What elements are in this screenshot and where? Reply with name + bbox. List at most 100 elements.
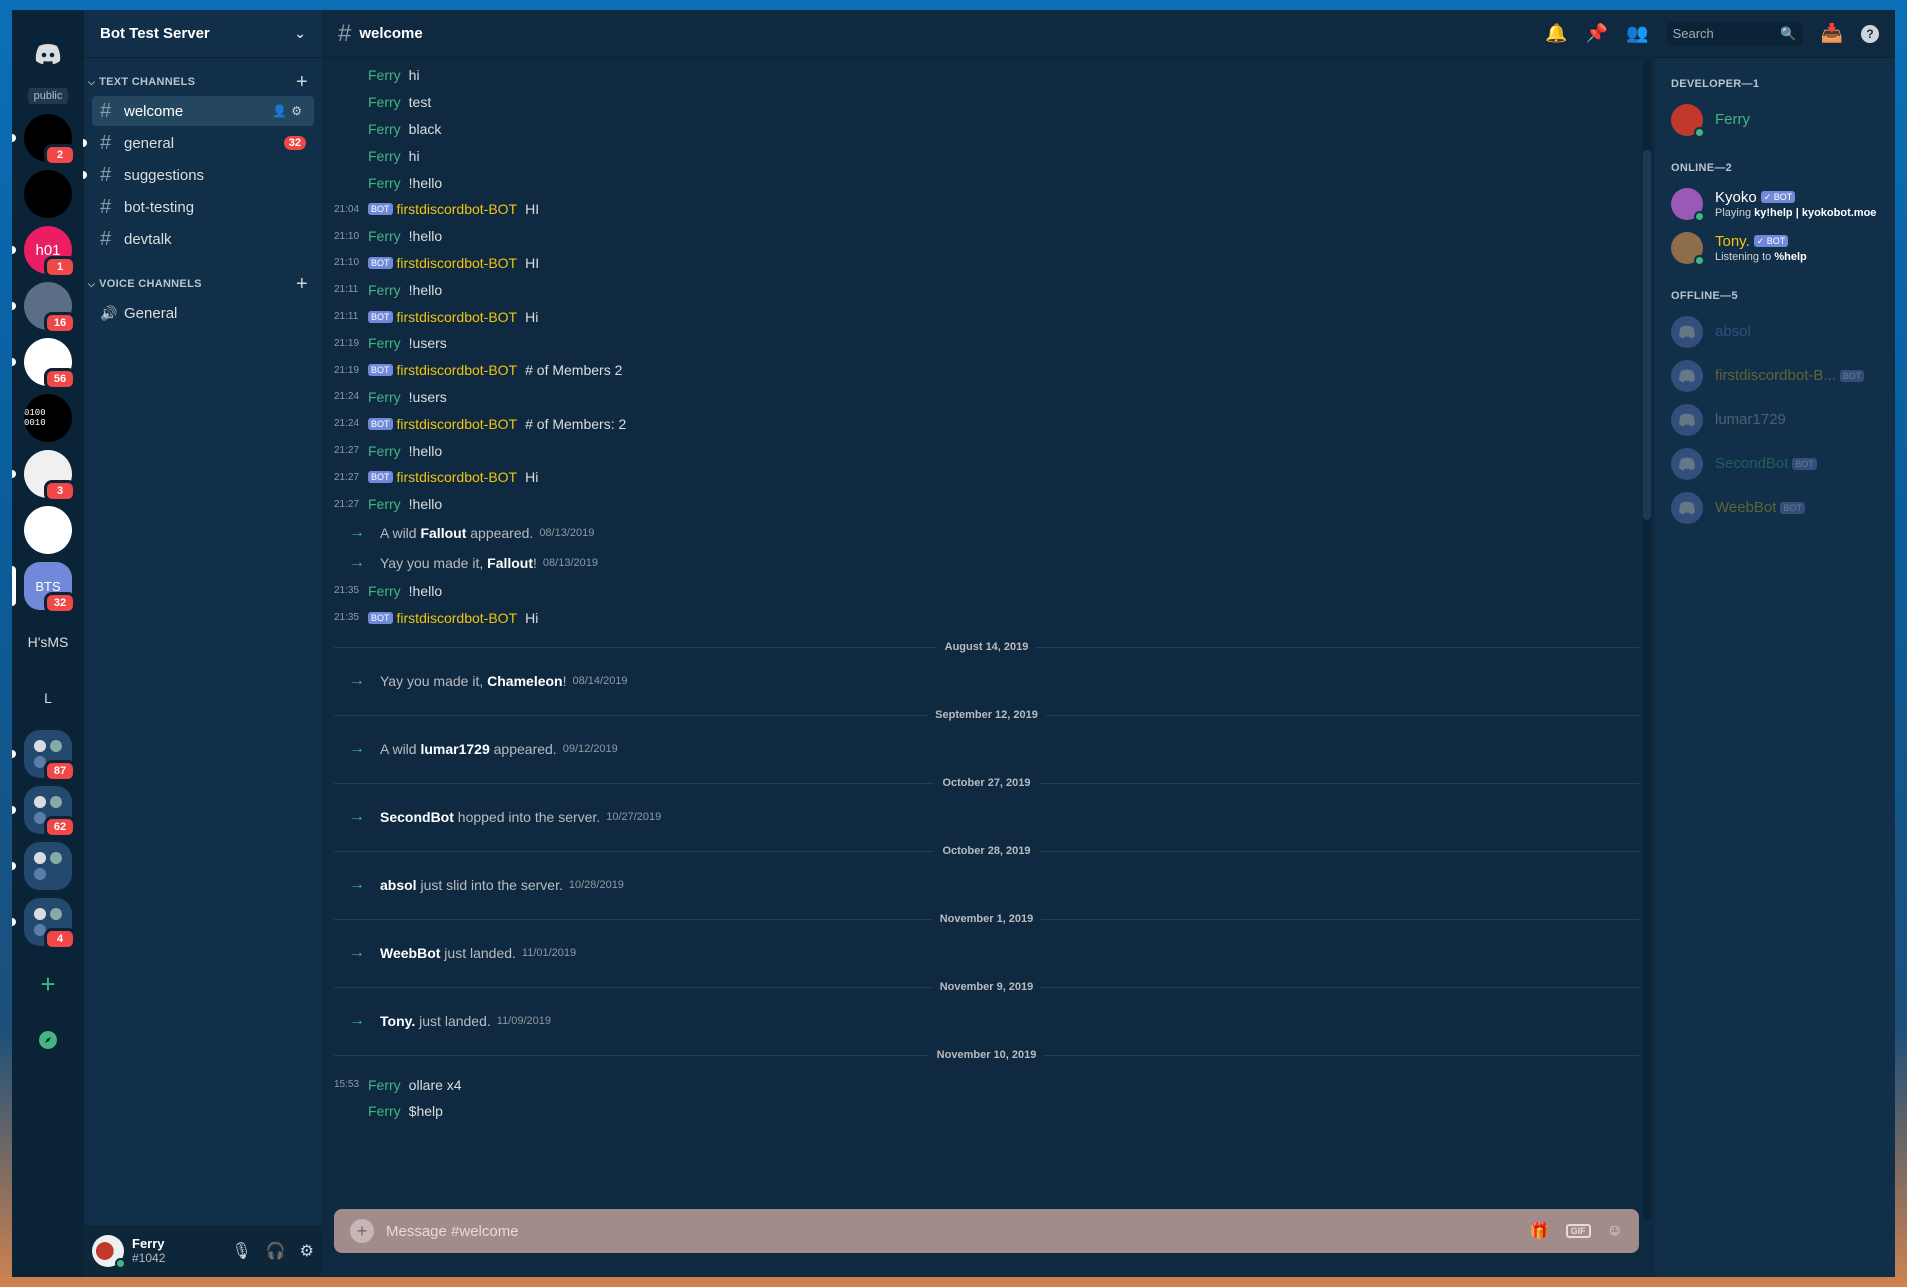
channel-welcome[interactable]: # welcome 👤⚙ [92,96,314,126]
message[interactable]: Ferry $help [334,1098,1639,1125]
help-icon[interactable]: ? [1861,24,1879,43]
create-channel-icon[interactable]: + [296,274,308,294]
message[interactable]: Ferry hi [334,142,1639,169]
message[interactable]: 21:11 BOT firstdiscordbot-BOT Hi [334,303,1639,330]
message[interactable]: 15:53 Ferry ollare x4 [334,1071,1639,1098]
message[interactable]: Ferry !hello [334,169,1639,196]
server-icon[interactable]: 2 [12,114,76,166]
server-icon[interactable] [24,170,72,218]
message-author[interactable]: Ferry [368,443,401,459]
server-icon[interactable] [24,506,72,554]
message[interactable]: 21:11 Ferry !hello [334,276,1639,303]
member-item[interactable]: WeebBot BOT [1671,486,1887,530]
channel-suggestions[interactable]: # suggestions [83,160,314,190]
message-author[interactable]: Ferry [368,94,401,110]
member-item[interactable]: lumar1729 [1671,398,1887,442]
search-input[interactable]: Search 🔍 [1666,21,1803,46]
channel-devtalk[interactable]: # devtalk [92,224,314,254]
pin-icon[interactable]: 📌 [1586,23,1608,44]
member-item[interactable]: Kyoko ✓ BOT Playing ky!help | kyokobot.moe [1671,182,1887,226]
message[interactable]: 21:10 BOT firstdiscordbot-BOT HI [334,250,1639,277]
home-button[interactable] [24,30,72,78]
gift-icon[interactable]: 🎁 [1530,1221,1550,1241]
system-user[interactable]: lumar1729 [420,741,489,757]
member-list-icon[interactable]: 👥 [1626,23,1648,44]
message-author[interactable]: Ferry [368,1103,401,1119]
server-icon-bts[interactable]: BTS 32 [12,562,76,614]
message-author[interactable]: Ferry [368,1077,401,1093]
member-item[interactable]: Ferry [1671,98,1887,142]
invite-icon[interactable]: 👤 [272,104,291,118]
message[interactable]: 21:10 Ferry !hello [334,223,1639,250]
message[interactable]: 21:27 Ferry !hello [334,491,1639,518]
message[interactable]: 21:35 BOT firstdiscordbot-BOT Hi [334,604,1639,631]
message[interactable]: Ferry hi [334,62,1639,89]
system-user[interactable]: WeebBot [380,945,440,961]
add-server-button[interactable]: + [24,960,72,1008]
message-author[interactable]: firstdiscordbot-BOT [397,469,518,485]
inbox-icon[interactable]: 📥 [1821,23,1843,44]
voice-channel-general[interactable]: 🔊 General [92,298,314,328]
server-header[interactable]: Bot Test Server ⌄ [84,10,322,58]
gear-icon[interactable]: ⚙ [300,1241,314,1261]
message-author[interactable]: firstdiscordbot-BOT [397,610,518,626]
message-author[interactable]: Ferry [368,335,401,351]
gear-icon[interactable]: ⚙ [291,104,306,118]
avatar[interactable] [92,1235,126,1269]
member-item[interactable]: firstdiscordbot-B... BOT [1671,354,1887,398]
member-item[interactable]: absol [1671,310,1887,354]
message-input[interactable] [386,1222,1530,1240]
member-item[interactable]: Tony. ✓ BOT Listening to %help [1671,226,1887,270]
message-author[interactable]: firstdiscordbot-BOT [397,255,518,271]
message[interactable]: Ferry black [334,116,1639,143]
category-text-channels[interactable]: ⌵ TEXT CHANNELS + [84,58,322,94]
message[interactable]: 21:24 Ferry !users [334,384,1639,411]
gif-icon[interactable]: GIF [1565,1224,1591,1238]
system-user[interactable]: Tony. [380,1013,415,1029]
channel-bot-testing[interactable]: # bot-testing [92,192,314,222]
server-icon[interactable]: L [24,674,72,722]
server-folder[interactable]: 62 [12,786,76,838]
system-user[interactable]: SecondBot [380,809,454,825]
explore-servers-button[interactable] [24,1016,72,1064]
message[interactable]: 21:24 BOT firstdiscordbot-BOT # of Members:… [334,410,1639,437]
server-icon[interactable]: H'sMS [24,618,72,666]
emoji-icon[interactable]: ☺ [1607,1222,1623,1240]
message[interactable]: 21:27 BOT firstdiscordbot-BOT Hi [334,464,1639,491]
server-icon[interactable]: 16 [12,282,76,334]
channel-general[interactable]: # general 32 [83,128,314,158]
message-author[interactable]: Ferry [368,121,401,137]
message-author[interactable]: firstdiscordbot-BOT [397,309,518,325]
message-list[interactable]: Ferry hi Ferry test Ferry black Ferry hi Ferry !h… [322,58,1655,1277]
system-user[interactable]: absol [380,877,417,893]
member-item[interactable]: SecondBot BOT [1671,442,1887,486]
message-author[interactable]: Ferry [368,282,401,298]
system-user[interactable]: Fallout [420,525,466,541]
server-folder[interactable]: 87 [12,730,76,782]
message-author[interactable]: firstdiscordbot-BOT [397,416,518,432]
message-author[interactable]: Ferry [368,496,401,512]
mute-microphone-icon[interactable]: 🎙 [231,1241,251,1261]
system-user[interactable]: Chameleon [487,673,562,689]
scrollbar[interactable] [1643,60,1651,1220]
message-author[interactable]: firstdiscordbot-BOT [397,201,518,217]
scrollbar-thumb[interactable] [1643,150,1651,520]
server-icon[interactable]: 56 [12,338,76,390]
system-user[interactable]: Fallout [487,555,533,571]
server-folder[interactable] [12,842,72,890]
message-author[interactable]: Ferry [368,583,401,599]
message-author[interactable]: Ferry [368,175,401,191]
message-author[interactable]: Ferry [368,389,401,405]
message-author[interactable]: firstdiscordbot-BOT [397,362,518,378]
message[interactable]: 21:35 Ferry !hello [334,578,1639,605]
server-icon[interactable]: h01 1 [12,226,76,278]
bell-icon[interactable]: 🔔 [1545,23,1567,44]
server-folder[interactable]: 4 [12,898,76,950]
server-icon[interactable]: 3 [12,450,76,502]
headphones-icon[interactable]: 🎧 [266,1241,286,1261]
server-icon[interactable]: 0100 0010 [24,394,72,442]
message[interactable]: 21:27 Ferry !hello [334,437,1639,464]
message[interactable]: Ferry test [334,89,1639,116]
upload-plus-icon[interactable]: + [350,1219,374,1243]
message[interactable]: 21:04 BOT firstdiscordbot-BOT HI [334,196,1639,223]
